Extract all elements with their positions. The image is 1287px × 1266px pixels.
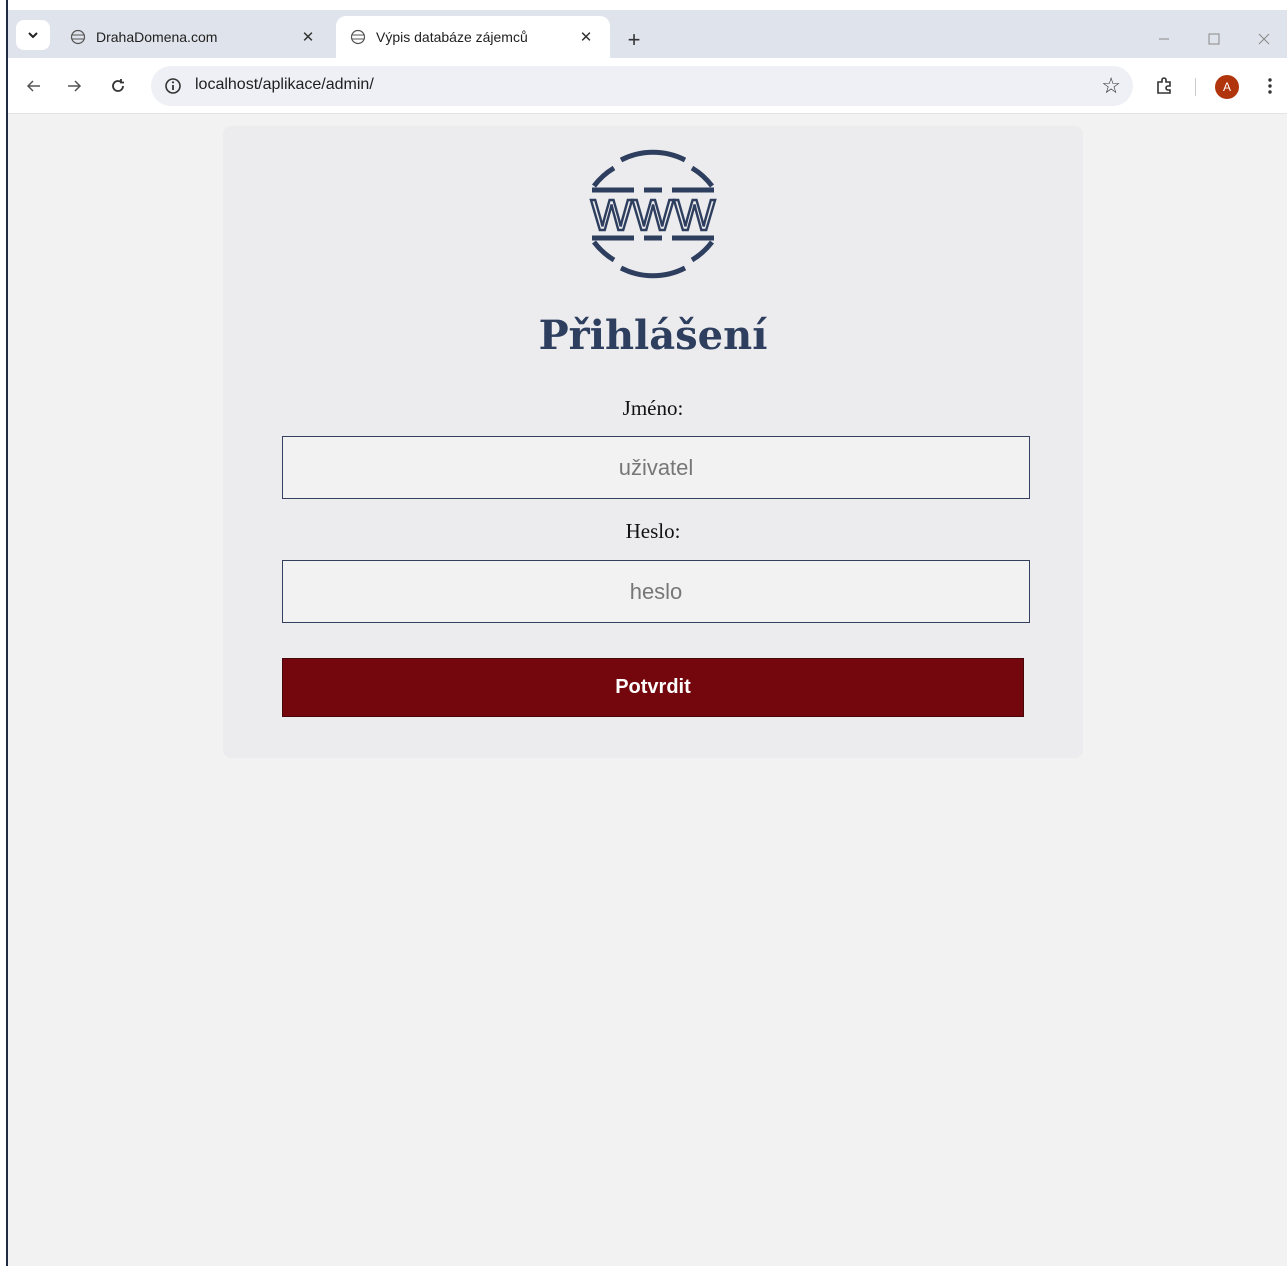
browser-window: DrahaDomena.com ✕ Výpis databáze zájemců… — [8, 0, 1287, 1266]
minimize-button[interactable] — [1141, 24, 1187, 54]
globe-icon — [70, 29, 86, 45]
maximize-button[interactable] — [1191, 24, 1237, 54]
tab-search-button[interactable] — [16, 20, 50, 50]
extensions-button[interactable] — [1148, 70, 1180, 102]
tab-vypis-databaze[interactable]: Výpis databáze zájemců ✕ — [336, 16, 610, 58]
minimize-icon — [1159, 38, 1169, 40]
new-tab-button[interactable]: + — [620, 26, 648, 54]
globe-icon — [350, 29, 366, 45]
tab-strip: DrahaDomena.com ✕ Výpis databáze zájemců… — [8, 10, 1287, 58]
page-viewport: WWW Přihlášení Jméno: Heslo: Potvrdit — [8, 114, 1287, 1266]
submit-button[interactable]: Potvrdit — [282, 658, 1024, 717]
window-edge — [0, 0, 8, 1266]
username-input[interactable] — [282, 436, 1030, 499]
arrow-left-icon — [26, 80, 40, 92]
tab-title: DrahaDomena.com — [96, 29, 218, 45]
forward-button[interactable] — [58, 70, 90, 102]
reload-icon — [112, 79, 124, 92]
password-label: Heslo: — [625, 519, 681, 543]
menu-button[interactable] — [1254, 70, 1286, 102]
info-icon[interactable] — [163, 76, 183, 96]
arrow-right-icon — [68, 80, 82, 92]
tab-title: Výpis databáze zájemců — [376, 29, 528, 45]
maximize-icon — [1208, 33, 1220, 45]
address-bar[interactable]: localhost/aplikace/admin/ ☆ — [151, 66, 1133, 106]
close-icon[interactable]: ✕ — [576, 27, 596, 47]
bookmark-star-icon[interactable]: ☆ — [1101, 73, 1121, 99]
chevron-down-icon — [28, 32, 38, 39]
profile-avatar[interactable]: A — [1215, 75, 1239, 99]
toolbar-divider — [1195, 78, 1196, 96]
back-button[interactable] — [18, 70, 50, 102]
logo-text: WWW — [591, 191, 716, 240]
page-title: Přihlášení — [538, 312, 768, 359]
password-input[interactable] — [282, 560, 1030, 623]
login-card: WWW Přihlášení Jméno: Heslo: Potvrdit — [223, 126, 1083, 758]
username-label: Jméno: — [622, 396, 684, 420]
browser-toolbar: localhost/aplikace/admin/ ☆ A — [8, 58, 1287, 114]
url-text[interactable]: localhost/aplikace/admin/ — [195, 76, 374, 94]
puzzle-icon — [1157, 77, 1171, 94]
close-icon[interactable]: ✕ — [298, 27, 318, 47]
close-icon — [1258, 33, 1270, 45]
www-globe-logo: WWW — [590, 149, 717, 279]
more-vert-icon — [1268, 78, 1272, 94]
close-window-button[interactable] — [1241, 24, 1287, 54]
reload-button[interactable] — [102, 70, 134, 102]
tab-drahadomena[interactable]: DrahaDomena.com ✕ — [56, 16, 332, 58]
